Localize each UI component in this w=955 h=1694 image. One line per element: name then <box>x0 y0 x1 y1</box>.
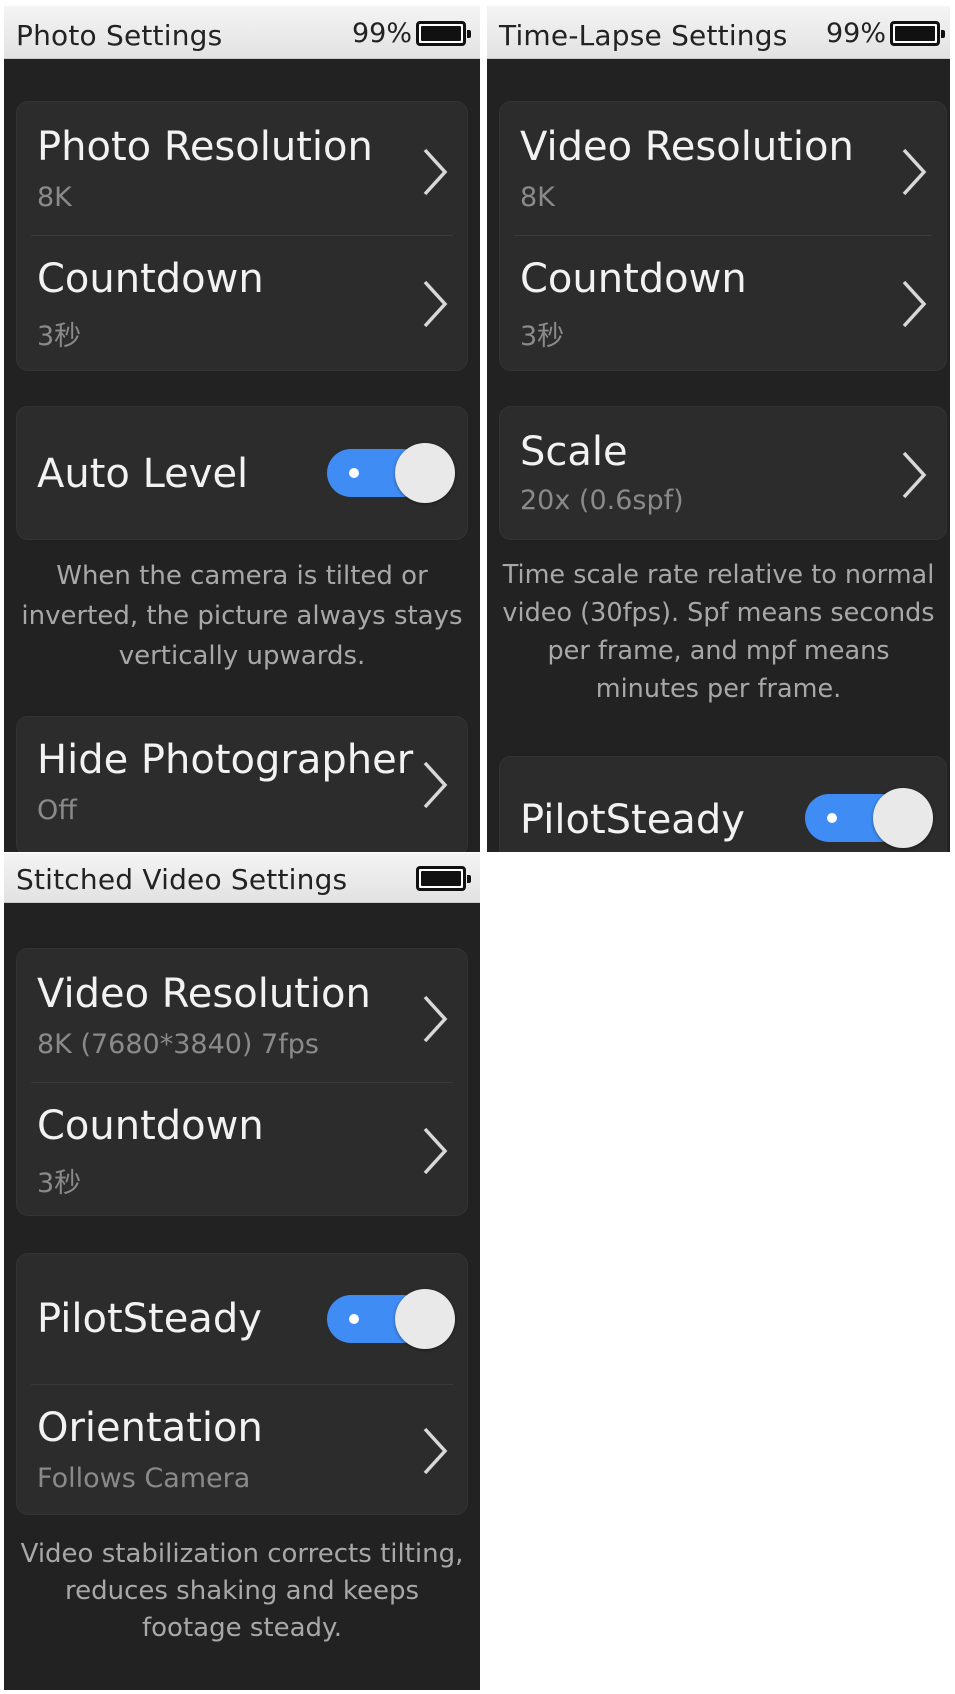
row-value: 8K <box>520 182 555 213</box>
scale-row[interactable]: Scale 20x (0.6spf) <box>500 407 946 541</box>
pilotsteady-label: PilotSteady <box>37 1296 262 1342</box>
countdown-row[interactable]: Countdown 3秒 <box>500 236 946 370</box>
settings-group: Video Resolution 8K (7680*3840) 7fps Cou… <box>16 948 468 1216</box>
row-label: Countdown <box>37 1103 264 1149</box>
chevron-right-icon <box>423 995 448 1043</box>
pilotsteady-row: PilotSteady <box>17 1254 467 1384</box>
pilotsteady-toggle[interactable] <box>805 788 933 848</box>
row-value: 3秒 <box>37 321 82 352</box>
countdown-row[interactable]: Countdown 3秒 <box>17 1083 467 1215</box>
battery-indicator: 99% <box>825 17 945 49</box>
chevron-right-icon <box>423 761 448 809</box>
settings-group: Video Resolution 8K Countdown 3秒 <box>499 101 947 371</box>
battery-icon <box>416 865 471 891</box>
pilotsteady-description: Video stabilization corrects tilting, re… <box>20 1539 464 1643</box>
battery-indicator: 99% <box>351 17 471 49</box>
row-value: 3秒 <box>520 321 565 352</box>
screen-title: Photo Settings <box>16 19 223 52</box>
chevron-right-icon <box>423 148 448 196</box>
status-bar: Photo Settings 99% <box>4 6 480 59</box>
row-value: 20x (0.6spf) <box>520 485 684 516</box>
pilotsteady-label: PilotSteady <box>520 797 745 843</box>
row-label: Video Resolution <box>520 124 854 170</box>
time-lapse-settings-screen: Time-Lapse Settings 99% Video Resolution… <box>487 6 950 852</box>
pilotsteady-card: PilotSteady <box>499 756 947 852</box>
battery-icon <box>416 20 471 46</box>
screen-title: Stitched Video Settings <box>16 863 348 896</box>
row-label: Hide Photographer <box>37 737 414 783</box>
video-resolution-row[interactable]: Video Resolution 8K (7680*3840) 7fps <box>17 949 467 1082</box>
row-value: Follows Camera <box>37 1463 251 1494</box>
scale-description: Time scale rate relative to normal video… <box>502 560 935 704</box>
battery-indicator <box>416 863 471 893</box>
hide-photographer-card: Hide Photographer Off <box>16 716 468 852</box>
row-label: Countdown <box>520 256 747 302</box>
row-value: 3秒 <box>37 1168 82 1199</box>
chevron-right-icon <box>902 451 927 499</box>
scale-card: Scale 20x (0.6spf) <box>499 406 947 540</box>
auto-level-card: Auto Level <box>16 406 468 540</box>
stitched-video-settings-screen: Stitched Video Settings Video Resolution… <box>4 853 480 1690</box>
pilotsteady-toggle[interactable] <box>327 1289 455 1349</box>
battery-icon <box>890 20 945 46</box>
row-value: 8K <box>37 182 72 213</box>
photo-resolution-row[interactable]: Photo Resolution 8K <box>17 102 467 235</box>
chevron-right-icon <box>902 148 927 196</box>
chevron-right-icon <box>423 280 448 328</box>
battery-percent: 99% <box>351 17 412 49</box>
battery-percent: 99% <box>825 17 886 49</box>
auto-level-label: Auto Level <box>37 451 249 497</box>
row-label: Video Resolution <box>37 971 371 1017</box>
screen-title: Time-Lapse Settings <box>499 19 788 52</box>
photo-settings-screen: Photo Settings 99% Photo Resolution 8K C… <box>4 6 480 852</box>
row-value: 8K (7680*3840) 7fps <box>37 1029 319 1060</box>
countdown-row[interactable]: Countdown 3秒 <box>17 236 467 370</box>
status-bar: Stitched Video Settings <box>4 853 480 903</box>
chevron-right-icon <box>423 1427 448 1475</box>
hide-photographer-row[interactable]: Hide Photographer Off <box>17 717 467 852</box>
settings-group: Photo Resolution 8K Countdown 3秒 <box>16 101 468 371</box>
auto-level-toggle[interactable] <box>327 443 455 503</box>
row-label: Countdown <box>37 256 264 302</box>
chevron-right-icon <box>902 280 927 328</box>
row-label: Scale <box>520 429 628 475</box>
status-bar: Time-Lapse Settings 99% <box>487 6 950 59</box>
pilotsteady-group: PilotSteady Orientation Follows Camera <box>16 1253 468 1515</box>
chevron-right-icon <box>423 1127 448 1175</box>
video-resolution-row[interactable]: Video Resolution 8K <box>500 102 946 235</box>
auto-level-description: When the camera is tilted or inverted, t… <box>21 561 463 671</box>
row-label: Photo Resolution <box>37 124 373 170</box>
row-label: Orientation <box>37 1405 263 1451</box>
orientation-row[interactable]: Orientation Follows Camera <box>17 1385 467 1515</box>
row-value: Off <box>37 795 77 826</box>
